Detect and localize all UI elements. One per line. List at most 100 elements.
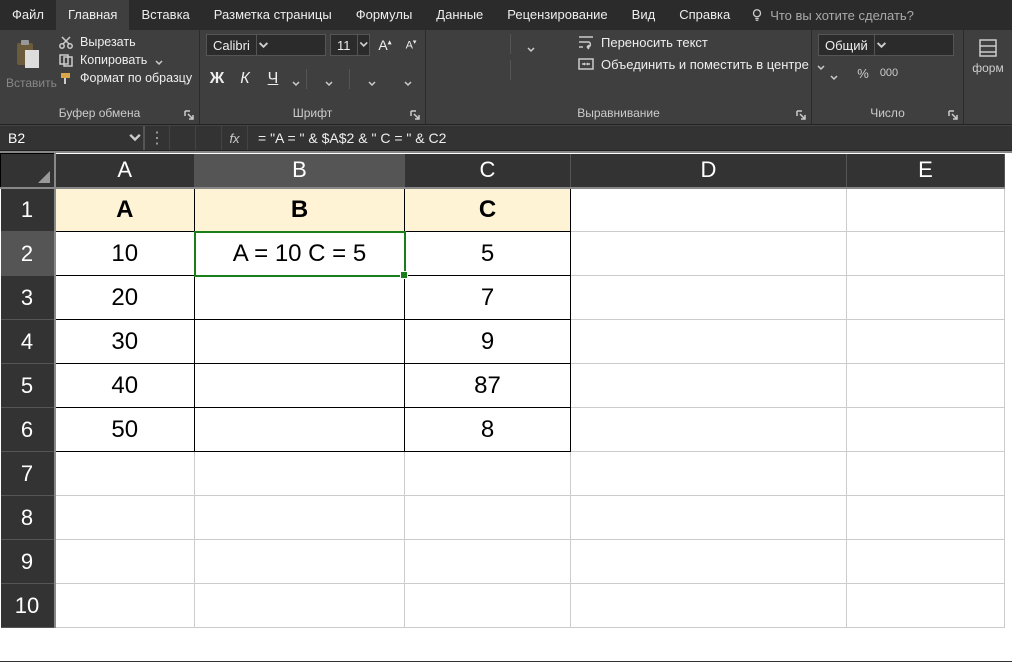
- fill-handle[interactable]: [400, 271, 408, 279]
- col-header-C[interactable]: C: [405, 154, 571, 188]
- cell-C10[interactable]: [405, 584, 571, 628]
- accounting-format-button[interactable]: $: [818, 62, 848, 84]
- spreadsheet-grid[interactable]: A B C D E 1 A B C 2 10 A = 10 C = 5 5 3 …: [0, 151, 1012, 661]
- col-header-D[interactable]: D: [571, 154, 847, 188]
- cell-A4[interactable]: 30: [55, 320, 195, 364]
- cell-A9[interactable]: [55, 540, 195, 584]
- cell-A2[interactable]: 10: [55, 232, 195, 276]
- cell-A3[interactable]: 20: [55, 276, 195, 320]
- alignment-dialog-launcher[interactable]: [795, 108, 807, 120]
- paste-button[interactable]: Вставить: [6, 34, 50, 90]
- cell-E10[interactable]: [847, 584, 1005, 628]
- row-header-1[interactable]: 1: [1, 188, 55, 232]
- tab-formulas[interactable]: Формулы: [344, 0, 425, 30]
- align-right-button[interactable]: [484, 60, 506, 82]
- row-header-10[interactable]: 10: [1, 584, 55, 628]
- cell-D4[interactable]: [571, 320, 847, 364]
- cell-D10[interactable]: [571, 584, 847, 628]
- increase-font-size-button[interactable]: A▴: [374, 34, 396, 56]
- cancel-formula-button[interactable]: [170, 126, 196, 150]
- row-header-5[interactable]: 5: [1, 364, 55, 408]
- cell-C3[interactable]: 7: [405, 276, 571, 320]
- tab-insert[interactable]: Вставка: [129, 0, 201, 30]
- cell-B5[interactable]: [195, 364, 405, 408]
- align-middle-button[interactable]: [458, 34, 480, 56]
- align-center-button[interactable]: [458, 60, 480, 82]
- decrease-font-size-button[interactable]: A▾: [400, 34, 422, 56]
- cell-A5[interactable]: 40: [55, 364, 195, 408]
- cell-E8[interactable]: [847, 496, 1005, 540]
- row-header-2[interactable]: 2: [1, 232, 55, 276]
- tell-me-search[interactable]: Что вы хотите сделать?: [742, 0, 922, 30]
- row-header-9[interactable]: 9: [1, 540, 55, 584]
- cell-E7[interactable]: [847, 452, 1005, 496]
- row-header-7[interactable]: 7: [1, 452, 55, 496]
- font-size-combo[interactable]: 11: [330, 34, 370, 56]
- cell-C6[interactable]: 8: [405, 408, 571, 452]
- align-left-button[interactable]: [432, 60, 454, 82]
- decrease-decimal-button[interactable]: .00.0: [930, 62, 952, 84]
- cell-E4[interactable]: [847, 320, 1005, 364]
- orientation-button[interactable]: [515, 34, 545, 56]
- cut-button[interactable]: Вырезать: [56, 34, 194, 50]
- align-top-button[interactable]: [432, 34, 454, 56]
- cell-D8[interactable]: [571, 496, 847, 540]
- col-header-E[interactable]: E: [847, 154, 1005, 188]
- bold-button[interactable]: Ж: [206, 68, 228, 90]
- cell-B7[interactable]: [195, 452, 405, 496]
- tab-view[interactable]: Вид: [620, 0, 668, 30]
- cell-D6[interactable]: [571, 408, 847, 452]
- font-name-combo[interactable]: Calibri: [206, 34, 326, 56]
- align-bottom-button[interactable]: [484, 34, 506, 56]
- increase-decimal-button[interactable]: .0.00: [904, 62, 926, 84]
- cell-C2[interactable]: 5: [405, 232, 571, 276]
- cell-E2[interactable]: [847, 232, 1005, 276]
- enter-formula-button[interactable]: [196, 126, 222, 150]
- row-header-4[interactable]: 4: [1, 320, 55, 364]
- tab-file[interactable]: Файл: [0, 0, 56, 30]
- cell-B4[interactable]: [195, 320, 405, 364]
- cell-A1[interactable]: A: [55, 188, 195, 232]
- cell-A10[interactable]: [55, 584, 195, 628]
- italic-button[interactable]: К: [234, 68, 256, 90]
- cell-B1[interactable]: B: [195, 188, 405, 232]
- cell-E9[interactable]: [847, 540, 1005, 584]
- number-format-combo[interactable]: Общий: [818, 34, 954, 56]
- cell-D2[interactable]: [571, 232, 847, 276]
- cell-E1[interactable]: [847, 188, 1005, 232]
- name-box[interactable]: B2: [0, 126, 144, 150]
- cell-C1[interactable]: C: [405, 188, 571, 232]
- tab-help[interactable]: Справка: [667, 0, 742, 30]
- cell-C4[interactable]: 9: [405, 320, 571, 364]
- merge-center-button[interactable]: Объединить и поместить в центре: [577, 56, 825, 72]
- cell-A6[interactable]: 50: [55, 408, 195, 452]
- cell-D5[interactable]: [571, 364, 847, 408]
- cell-E6[interactable]: [847, 408, 1005, 452]
- row-header-8[interactable]: 8: [1, 496, 55, 540]
- tab-data[interactable]: Данные: [424, 0, 495, 30]
- format-painter-button[interactable]: Формат по образцу: [56, 70, 194, 86]
- increase-indent-button[interactable]: [541, 60, 563, 82]
- cell-B10[interactable]: [195, 584, 405, 628]
- cell-C5[interactable]: 87: [405, 364, 571, 408]
- formula-options-button[interactable]: ⋮: [144, 126, 170, 150]
- wrap-text-button[interactable]: Переносить текст: [577, 34, 825, 50]
- row-header-6[interactable]: 6: [1, 408, 55, 452]
- insert-function-button[interactable]: fx: [222, 126, 248, 150]
- clipboard-dialog-launcher[interactable]: [183, 108, 195, 120]
- underline-button[interactable]: Ч: [262, 68, 284, 90]
- decrease-indent-button[interactable]: [515, 60, 537, 82]
- cell-D9[interactable]: [571, 540, 847, 584]
- cell-D1[interactable]: [571, 188, 847, 232]
- font-dialog-launcher[interactable]: [409, 108, 421, 120]
- cond-format-icon[interactable]: [978, 38, 998, 61]
- row-header-3[interactable]: 3: [1, 276, 55, 320]
- cell-E3[interactable]: [847, 276, 1005, 320]
- percent-format-button[interactable]: %: [852, 62, 874, 84]
- tab-review[interactable]: Рецензирование: [495, 0, 619, 30]
- borders-button[interactable]: [313, 68, 343, 90]
- cell-B2[interactable]: A = 10 C = 5: [195, 232, 405, 276]
- fill-color-button[interactable]: [356, 68, 386, 90]
- tab-home[interactable]: Главная: [56, 0, 129, 30]
- cell-A8[interactable]: [55, 496, 195, 540]
